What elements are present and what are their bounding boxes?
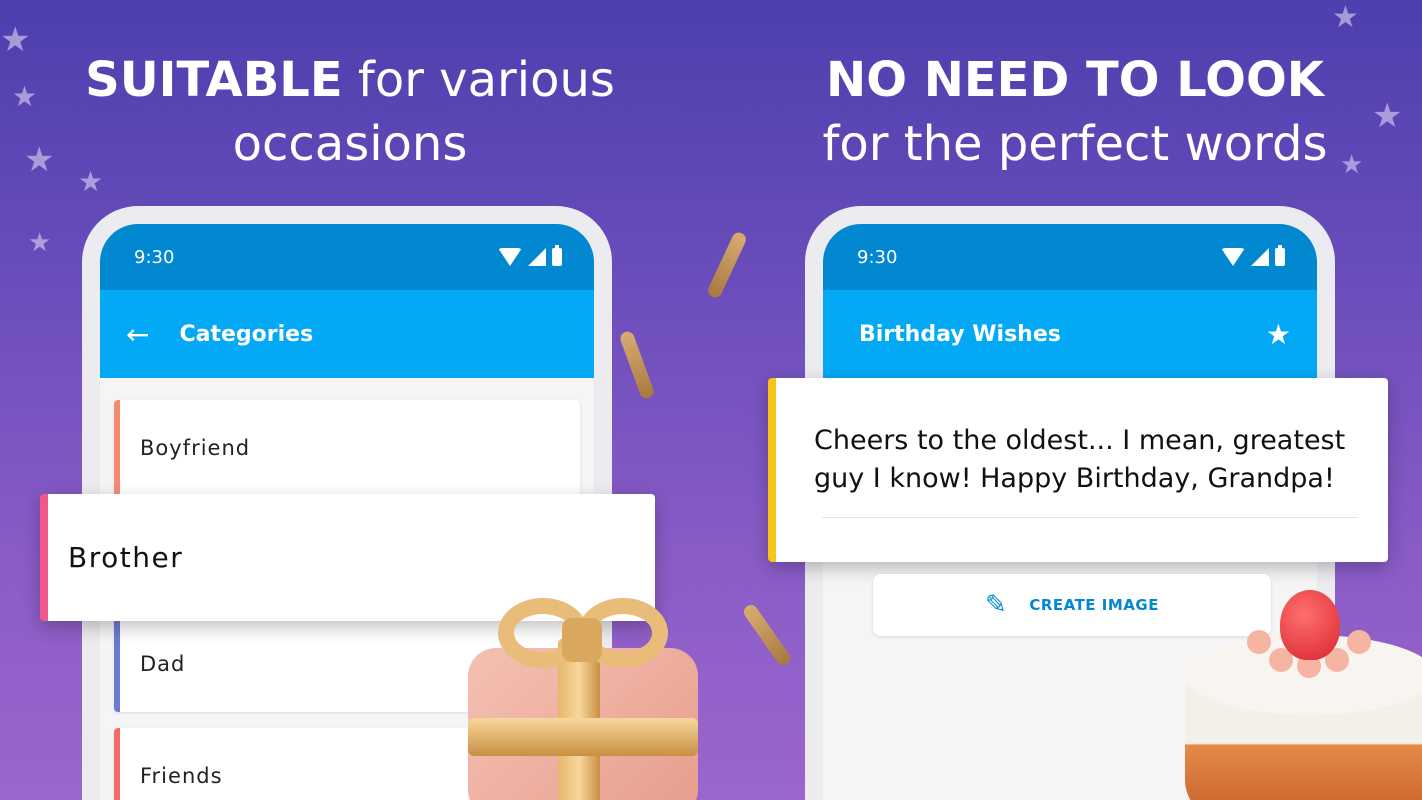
strawberry-icon <box>1280 590 1340 660</box>
wish-card[interactable]: Cheers to the oldest... I mean, greatest… <box>768 378 1388 562</box>
gift-ribbon-horizontal <box>468 718 698 756</box>
cake-bead <box>1247 630 1271 654</box>
gift-bow-knot <box>562 618 602 662</box>
wifi-icon <box>498 248 522 266</box>
wish-divider <box>822 517 1358 518</box>
category-label: Brother <box>68 541 184 574</box>
category-label: Friends <box>140 764 223 788</box>
page-title: Birthday Wishes <box>859 321 1061 347</box>
status-icons <box>498 245 562 266</box>
star-confetti-icon: ★ <box>28 228 52 258</box>
ribbon-confetti-icon <box>705 230 749 300</box>
app-bar: ← Categories <box>100 290 594 378</box>
cake-illustration <box>1185 590 1422 800</box>
cell-signal-icon <box>1251 248 1269 266</box>
arrow-back-icon[interactable]: ← <box>126 318 149 351</box>
star-icon[interactable]: ★ <box>1266 318 1291 351</box>
app-bar: Birthday Wishes ★ <box>823 290 1317 378</box>
status-bar: 9:30 <box>100 224 594 290</box>
status-bar: 9:30 <box>823 224 1317 290</box>
left-headline-bold: SUITABLE <box>85 52 343 108</box>
gift-box-illustration <box>458 578 708 800</box>
category-item-boyfriend[interactable]: Boyfriend <box>114 400 580 496</box>
right-headline-line1: NO NEED TO LOOK <box>826 52 1324 108</box>
status-time: 9:30 <box>134 246 175 268</box>
battery-icon <box>1275 245 1285 266</box>
page-title: Categories <box>179 321 314 347</box>
left-headline: SUITABLE for various occasions <box>30 48 670 176</box>
cake-bead <box>1347 630 1371 654</box>
wifi-icon <box>1221 248 1245 266</box>
status-icons <box>1221 245 1285 266</box>
wish-text: Cheers to the oldest... I mean, greatest… <box>814 425 1346 494</box>
pencil-icon: ✎ <box>985 590 1008 620</box>
cell-signal-icon <box>528 248 546 266</box>
category-label: Dad <box>140 652 186 676</box>
category-label: Boyfriend <box>140 436 251 460</box>
right-headline: NO NEED TO LOOK for the perfect words <box>750 48 1400 176</box>
right-headline-line2: for the perfect words <box>822 116 1328 172</box>
ribbon-confetti-icon <box>741 602 793 668</box>
star-confetti-icon: ★ <box>1332 0 1359 35</box>
battery-icon <box>552 245 562 266</box>
star-confetti-icon: ★ <box>0 20 31 60</box>
create-image-label: CREATE IMAGE <box>1029 596 1159 614</box>
ribbon-confetti-icon <box>618 329 656 401</box>
left-headline-rest: for various <box>357 52 615 108</box>
status-time: 9:30 <box>857 246 898 268</box>
left-headline-line2: occasions <box>232 116 468 172</box>
